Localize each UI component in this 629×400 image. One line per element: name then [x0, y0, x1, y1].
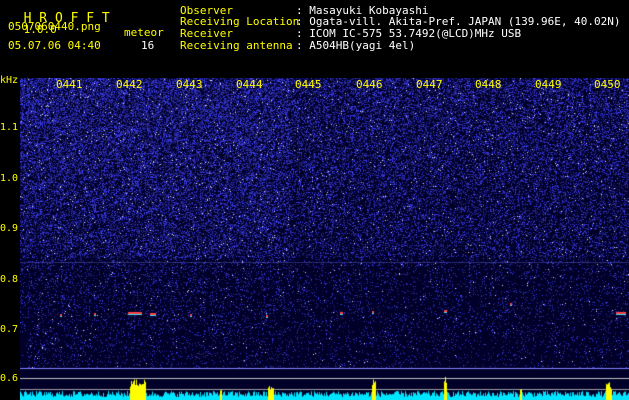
- y-tick: 1.1: [0, 122, 19, 133]
- location-value: : Ogata-vill. Akita-Pref. JAPAN (139.96E…: [296, 15, 621, 28]
- receiver-value: : ICOM IC-575 53.7492(@LCD)MHz USB: [296, 27, 522, 40]
- timestamp: 05.07.06 04:40: [8, 39, 101, 52]
- time-label: 0449: [535, 78, 562, 91]
- y-tick: 0.7: [0, 324, 19, 335]
- antenna-label: Receiving antenna: [180, 39, 293, 52]
- receiver-label: Receiver: [180, 27, 233, 40]
- time-label: 0447: [416, 78, 443, 91]
- location-label: Receiving Location: [180, 15, 300, 28]
- time-label: 0446: [356, 78, 383, 91]
- axis-unit: kHz: [0, 75, 19, 86]
- y-tick: 0.9: [0, 223, 19, 234]
- time-label: 0448: [475, 78, 502, 91]
- time-label: 0450: [594, 78, 621, 91]
- antenna-value: : A504HB(yagi 4el): [296, 39, 416, 52]
- time-label: 0443: [176, 78, 203, 91]
- y-tick: 1.0: [0, 173, 19, 184]
- y-tick: 0.6: [0, 373, 19, 384]
- file-name: 0507060440.png: [8, 20, 101, 33]
- frequency-axis: kHz 1.1 1.0 0.9 0.8 0.7 0.6: [0, 75, 20, 400]
- time-label: 0442: [116, 78, 143, 91]
- time-label: 0444: [236, 78, 263, 91]
- time-label: 0445: [295, 78, 322, 91]
- time-label: 0441: [56, 78, 83, 91]
- spectrogram: [20, 78, 629, 400]
- meteor-count: 16: [141, 39, 155, 52]
- meteor-label: meteor: [124, 26, 164, 39]
- y-tick: 0.8: [0, 274, 19, 285]
